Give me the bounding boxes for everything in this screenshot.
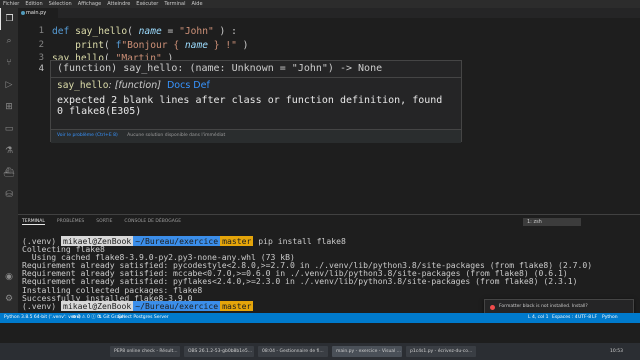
parameter: name — [138, 26, 162, 37]
menu-item[interactable]: Sélection — [49, 0, 72, 8]
tab-main-py[interactable]: main.py — [18, 8, 58, 18]
line-number: 3 — [38, 53, 44, 63]
testing-icon[interactable]: ⚗ — [0, 140, 18, 162]
punct: ( — [104, 40, 116, 51]
tab-terminal[interactable]: TERMINAL — [22, 219, 45, 225]
string: } !" — [208, 40, 237, 51]
hover-footer: Voir le problème (Ctrl+E 8) Aucune solut… — [51, 129, 461, 143]
prompt-path: ~/Bureau/exercice — [133, 300, 221, 311]
menu-item[interactable]: Affichage — [78, 0, 102, 8]
hover-signature: (function) say_hello: (name: Unknown = "… — [57, 63, 383, 74]
menu-item[interactable]: Aide — [192, 0, 203, 8]
tab-output[interactable]: SORTIE — [96, 219, 112, 225]
notification-message: Formatter black is not installed. Instal… — [499, 304, 588, 309]
task-vscode[interactable]: main.py - exercice - Visual ... — [332, 346, 402, 357]
terminal-command: pip install flake8 — [258, 236, 346, 246]
postgres-server[interactable]: Select Postgres Server — [118, 313, 169, 323]
problems-count[interactable]: ⊗ 0 ⚠ 0 ⓘ 0 — [72, 313, 100, 323]
docker-icon[interactable]: ⛴ — [0, 162, 18, 184]
prompt-user: mikael@ZenBook — [61, 300, 134, 311]
code-line-2: print( f"Bonjour { name } !" ) — [52, 40, 248, 51]
keyword: def — [52, 26, 70, 37]
lint-message-line-2: 0 flake8(E305) — [57, 106, 142, 117]
task-label: main.py - exercice - Visual ... — [336, 349, 402, 354]
indentation[interactable]: Espaces : 4 — [552, 313, 578, 323]
screen-area — [0, 323, 640, 343]
line-number: 2 — [38, 40, 44, 50]
search-icon[interactable]: ⌕ — [0, 30, 18, 52]
hover-tooltip: (function) say_hello: (name: Unknown = "… — [50, 60, 462, 143]
hover-name: say_hello — [57, 80, 109, 91]
punct: ) : — [213, 26, 237, 37]
task-obs[interactable]: OBS 26.1.2-53-gb0b8b1e5... — [184, 346, 254, 357]
terminal-select[interactable]: 1: zsh — [523, 218, 581, 226]
line-number: 4 — [38, 64, 44, 74]
python-interpreter[interactable]: Python 3.8.5 64-bit ('.venv': venv) — [4, 313, 81, 323]
tab-problems[interactable]: PROBLÈMES — [57, 219, 84, 225]
string: "John" — [179, 26, 214, 37]
menu-item[interactable]: Exécuter — [136, 0, 158, 8]
lint-message: expected 2 blank lines after class or fu… — [57, 95, 442, 117]
task-label: PEP8 online check - Résult... — [114, 349, 178, 354]
hover-doc-row: say_hello: [function] Docs Def — [57, 80, 210, 91]
tab-bar: main.py — [18, 8, 640, 18]
account-icon[interactable]: ◉ — [0, 266, 18, 288]
divider — [51, 77, 461, 78]
string: "Bonjour { — [121, 40, 185, 51]
lint-message-line-1: expected 2 blank lines after class or fu… — [57, 95, 443, 106]
files-icon[interactable]: ❐ — [0, 8, 18, 30]
no-quick-fix-text: Aucune solution disponible dans l'immédi… — [127, 133, 226, 138]
prompt-venv: (.venv) — [22, 300, 57, 311]
python-file-icon — [21, 11, 25, 15]
source-control-icon[interactable]: ⑂ — [0, 52, 18, 74]
line-ending[interactable]: LF — [592, 313, 597, 323]
menu-item[interactable]: Atteindre — [107, 0, 130, 8]
language-mode[interactable]: Python — [602, 313, 618, 323]
function-name: say_hello — [75, 26, 128, 37]
activity-bar: ❐ ⌕ ⑂ ▷ ⊞ ▭ ⚗ ⛴ ⛁ ◉ ⚙ — [0, 8, 18, 313]
extensions-icon[interactable]: ⊞ — [0, 96, 18, 118]
task-label: p1c4s1.py - écrivez-du-co... — [410, 349, 473, 354]
settings-icon[interactable]: ⚙ — [0, 288, 18, 310]
panel-tabs: TERMINAL PROBLÈMES SORTIE CONSOLE DE DÉB… — [22, 219, 181, 225]
builtin: print — [75, 40, 104, 51]
prompt-path: ~/Bureau/exercice — [133, 236, 221, 246]
encoding[interactable]: UTF-8 — [578, 313, 591, 323]
task-file-manager[interactable]: 08:04 - Gestionnaire de fi... — [258, 346, 328, 357]
hover-kind: : [function] — [108, 80, 161, 91]
menu-item[interactable]: Fichier — [3, 0, 19, 8]
prompt-git-branch: master — [220, 300, 254, 311]
punct: = — [161, 26, 180, 37]
menu-bar: Fichier Edition Sélection Affichage Atteindr… — [0, 0, 640, 8]
docs-def-link[interactable]: Docs Def — [167, 80, 210, 91]
tab-debug-console[interactable]: CONSOLE DE DÉBOGAGE — [124, 219, 181, 225]
clock: 10:53 — [610, 349, 623, 354]
punct: ) — [236, 40, 249, 51]
error-icon — [490, 305, 495, 310]
task-label: OBS 26.1.2-53-gb0b8b1e5... — [188, 349, 253, 354]
punct: ( — [127, 26, 139, 37]
menu-item[interactable]: Edition — [25, 0, 42, 8]
database-icon[interactable]: ⛁ — [0, 184, 18, 206]
code-line-1: def say_hello( name = "John" ) : — [52, 26, 237, 37]
prompt-git-branch: master — [220, 236, 254, 246]
remote-explorer-icon[interactable]: ▭ — [0, 118, 18, 140]
task-browser[interactable]: PEP8 online check - Résult... — [110, 346, 180, 357]
tab-label: main.py — [26, 10, 47, 16]
status-bar: Python 3.8.5 64-bit ('.venv': venv) ⊗ 0 … — [0, 313, 640, 323]
parameter: name — [184, 40, 208, 51]
run-debug-icon[interactable]: ▷ — [0, 74, 18, 96]
menu-item[interactable]: Terminal — [164, 0, 185, 8]
view-problem-link[interactable]: Voir le problème (Ctrl+E 8) — [57, 133, 118, 138]
line-number: 1 — [38, 26, 44, 36]
task-label: 08:04 - Gestionnaire de fi... — [262, 349, 324, 354]
taskbar: PEP8 online check - Résult... OBS 26.1.2… — [0, 343, 640, 360]
task-editor[interactable]: p1c4s1.py - écrivez-du-co... — [406, 346, 476, 357]
cursor-position[interactable]: L 4, col 1 — [528, 313, 548, 323]
